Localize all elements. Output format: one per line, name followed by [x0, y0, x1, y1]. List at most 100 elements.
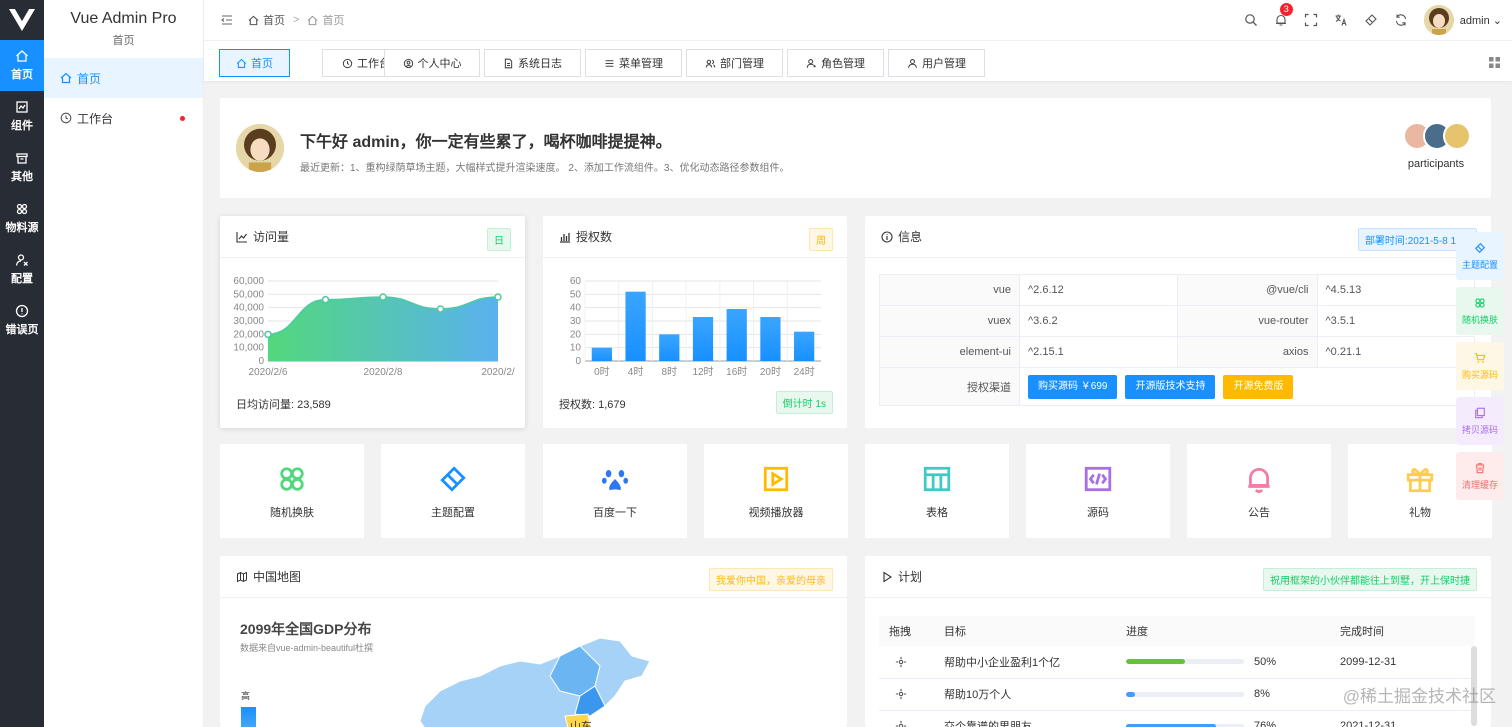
rail-item-component[interactable]: 组件: [0, 91, 44, 142]
plan-progress: 76%: [1116, 710, 1330, 727]
user-circle-icon: [403, 58, 413, 68]
rail-item-home[interactable]: 首页: [0, 40, 44, 91]
translate-icon[interactable]: [1334, 13, 1348, 27]
drag-handle[interactable]: [879, 678, 934, 711]
float-trash-button[interactable]: 清理缓存: [1456, 452, 1504, 500]
china-map[interactable]: 山东: [410, 636, 670, 727]
float-grid-button[interactable]: 随机换肤: [1456, 287, 1504, 335]
quick-icon-wrap: [600, 464, 630, 494]
tab-0[interactable]: 首页: [219, 49, 290, 77]
plan-date: 2099-12-31: [1330, 646, 1475, 679]
search-icon[interactable]: [1244, 13, 1258, 27]
drag-handle[interactable]: [879, 646, 934, 679]
channel-button-1[interactable]: 开源版技术支持: [1125, 374, 1216, 399]
quick-card-table[interactable]: 表格: [865, 444, 1009, 538]
rail-item-label: 配置: [11, 273, 33, 285]
data-point[interactable]: [379, 293, 387, 301]
progress-fill: [1126, 723, 1216, 727]
quick-card-video[interactable]: 视频播放器: [704, 444, 848, 538]
rail-icon-wrap: [15, 253, 29, 267]
logo[interactable]: [0, 0, 44, 40]
tab-4[interactable]: 菜单管理: [585, 49, 682, 77]
progress-text: 76%: [1254, 720, 1277, 727]
quick-card-code[interactable]: 源码: [1026, 444, 1170, 538]
tab-2[interactable]: 个人中心: [384, 49, 480, 77]
bar[interactable]: [659, 334, 680, 361]
card-title: 计划: [898, 570, 923, 584]
quick-card-bell[interactable]: 公告: [1187, 444, 1331, 538]
rail-item-apps[interactable]: 物料源: [0, 193, 44, 244]
info-row: element-ui ^2.15.1 axios ^0.21.1: [879, 336, 1475, 368]
float-copy-button[interactable]: 拷贝源码: [1456, 397, 1504, 445]
user-avatar[interactable]: [1423, 5, 1454, 35]
y-tick-label: 40,000: [233, 303, 264, 314]
participant-avatar[interactable]: [1443, 122, 1471, 150]
bell-icon: [1248, 467, 1270, 493]
rail-item-archive[interactable]: 其他: [0, 142, 44, 193]
table-row[interactable]: 帮助中小企业盈利1个亿 50% 2099-12-31: [879, 646, 1475, 679]
rail-icon-wrap: [15, 100, 29, 114]
data-point[interactable]: [494, 293, 502, 301]
bar[interactable]: [692, 317, 714, 361]
visual-map-bar[interactable]: [241, 707, 256, 727]
plan-tag: 祝用框架的小伙伴都能往上到墅，开上保时捷: [1263, 568, 1477, 591]
rail-icon-wrap: [15, 202, 29, 216]
bar-chart-icon: [560, 232, 570, 243]
float-cart-button[interactable]: 购买源码: [1456, 342, 1504, 390]
map-region[interactable]: [419, 637, 651, 727]
bar[interactable]: [794, 331, 815, 361]
rail-item-user-config[interactable]: 配置: [0, 244, 44, 295]
rail-item-error[interactable]: 错误页: [0, 295, 44, 346]
quick-card-baidu-paw[interactable]: 百度一下: [543, 444, 687, 538]
data-point[interactable]: [264, 330, 272, 339]
float-brush-button[interactable]: 主题配置: [1456, 232, 1504, 280]
tab-5[interactable]: 部门管理: [686, 49, 783, 77]
fullscreen-icon[interactable]: [1304, 13, 1318, 27]
bar[interactable]: [760, 317, 781, 361]
fold-menu-icon[interactable]: [220, 13, 234, 27]
avatar-image: [1423, 5, 1454, 35]
tabs-more-icon[interactable]: [1489, 57, 1500, 68]
refresh-icon[interactable]: [1394, 13, 1408, 27]
tab-3[interactable]: 系统日志: [484, 49, 581, 77]
quick-card-grid[interactable]: 随机换肤: [220, 444, 364, 538]
x-tick-label: 2020/2/: [481, 367, 515, 378]
table-row[interactable]: 交个靠谱的男朋友 76% 2021-12-31: [879, 710, 1475, 727]
tab-label: 菜单管理: [619, 58, 663, 70]
quick-label: 随机换肤: [270, 507, 314, 519]
card-header: 访问量 日: [220, 216, 525, 258]
x-tick-label: 2020/2/6: [249, 367, 288, 378]
data-point[interactable]: [321, 295, 330, 304]
dep-version: ^2.6.12: [1019, 274, 1178, 306]
visits-card: 访问量 日 60,000 50,000 40,000 30,000 20,000 10,0…: [220, 216, 525, 428]
username[interactable]: admin ⌄: [1460, 14, 1502, 27]
quick-card-brush[interactable]: 主题配置: [381, 444, 525, 538]
submenu-item-home[interactable]: 首页: [44, 58, 203, 98]
theme-brush-icon[interactable]: [1364, 13, 1378, 27]
clock-icon: [60, 112, 72, 124]
tab-7[interactable]: 用户管理: [888, 49, 985, 77]
tab-6[interactable]: 角色管理: [787, 49, 884, 77]
data-point[interactable]: [436, 305, 445, 313]
submenu-item-workbench[interactable]: 工作台: [44, 98, 203, 138]
home-icon: [16, 50, 28, 62]
drag-handle[interactable]: [879, 710, 934, 727]
tab-label: 个人中心: [417, 58, 462, 70]
bar[interactable]: [625, 291, 646, 361]
error-icon: [15, 304, 29, 318]
bar[interactable]: [591, 347, 612, 361]
y-tick-label: 30: [570, 316, 582, 327]
breadcrumb-item[interactable]: 首页: [248, 12, 285, 28]
info-row: vue ^2.6.12 @vue/cli ^4.5.13: [879, 274, 1475, 306]
channel-button-0[interactable]: 购买源码 ￥699: [1028, 374, 1118, 399]
notification-button[interactable]: 3: [1274, 3, 1293, 27]
rail-item-label: 物料源: [5, 222, 39, 234]
brand: Vue Admin Pro 首页: [44, 0, 203, 58]
y-tick-label: 10: [570, 343, 582, 354]
column-header: 目标: [934, 616, 1116, 646]
bar[interactable]: [726, 309, 747, 361]
plan-goal: 交个靠谱的男朋友: [934, 710, 1116, 727]
y-tick-label: 30,000: [233, 316, 264, 327]
channel-button-2[interactable]: 开源免费版: [1223, 374, 1294, 399]
float-label: 拷贝源码: [1461, 424, 1498, 435]
